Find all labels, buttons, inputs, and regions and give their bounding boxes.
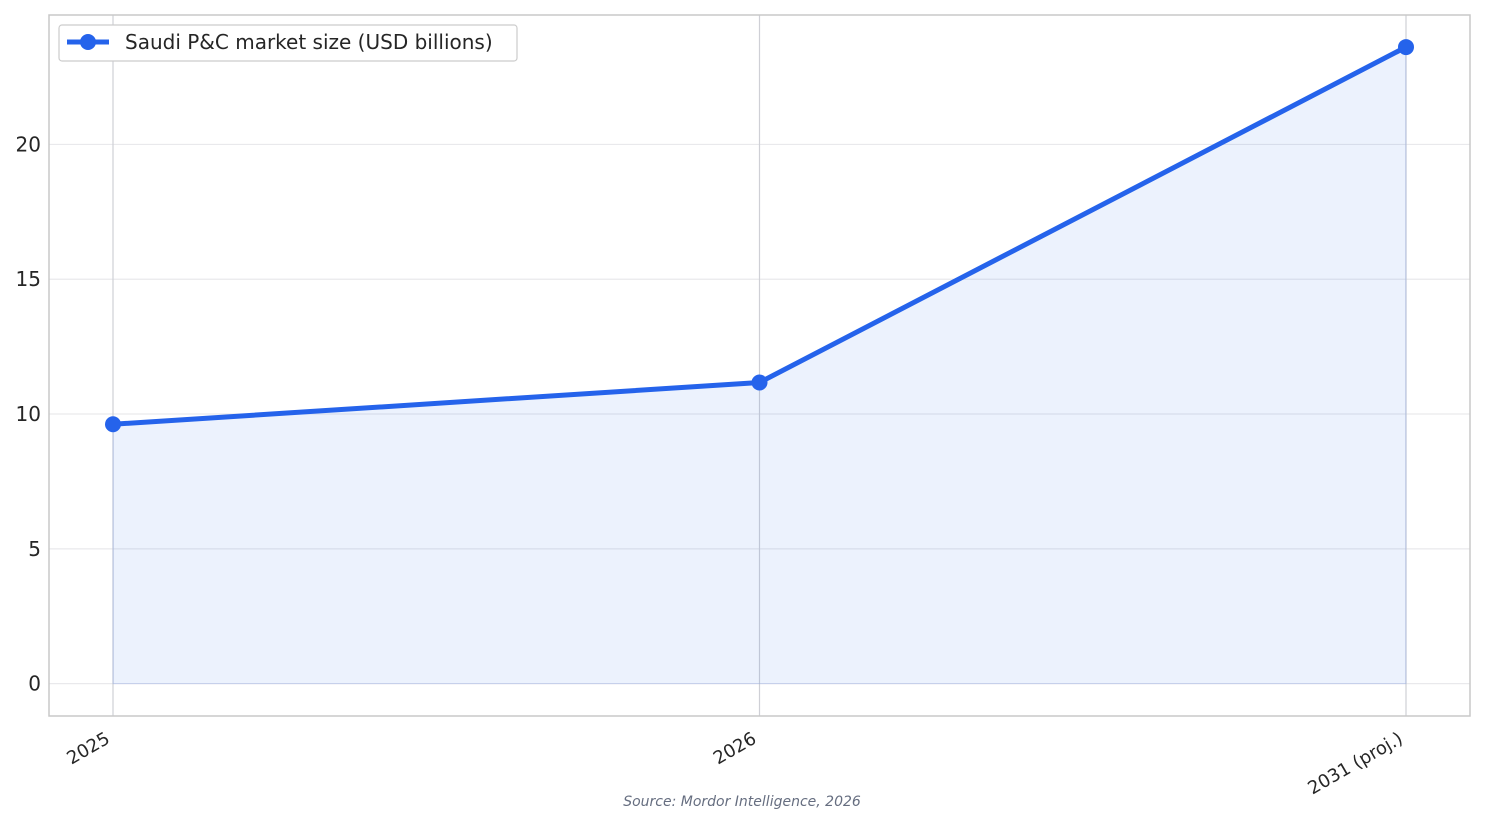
x-axis-ticks: 2025 2026 2031 (proj.) [63, 728, 1406, 799]
legend-marker-swatch [80, 34, 96, 50]
x-tick-label: 2025 [63, 728, 113, 769]
y-tick-label: 10 [16, 402, 41, 426]
legend-label: Saudi P&C market size (USD billions) [125, 30, 493, 54]
y-tick-label: 0 [28, 672, 41, 696]
legend: Saudi P&C market size (USD billions) [58, 24, 518, 62]
y-tick-label: 15 [16, 267, 41, 291]
line-chart: 0 5 10 15 20 2025 2026 2031 (proj.) Saudi P&C … [16, 14, 1471, 810]
data-point [751, 374, 768, 391]
x-tick-label: 2031 (proj.) [1304, 728, 1406, 799]
data-point [1398, 39, 1414, 56]
y-tick-label: 5 [28, 537, 41, 561]
y-axis-ticks: 0 5 10 15 20 [16, 132, 41, 695]
source-note: Source: Mordor Intelligence, 2026 [623, 794, 861, 810]
x-tick-label: 2026 [710, 728, 760, 769]
chart-container: 0 5 10 15 20 2025 2026 2031 (proj.) Saudi P&C … [0, 0, 1485, 824]
y-tick-label: 20 [16, 132, 41, 156]
data-point [105, 416, 121, 433]
